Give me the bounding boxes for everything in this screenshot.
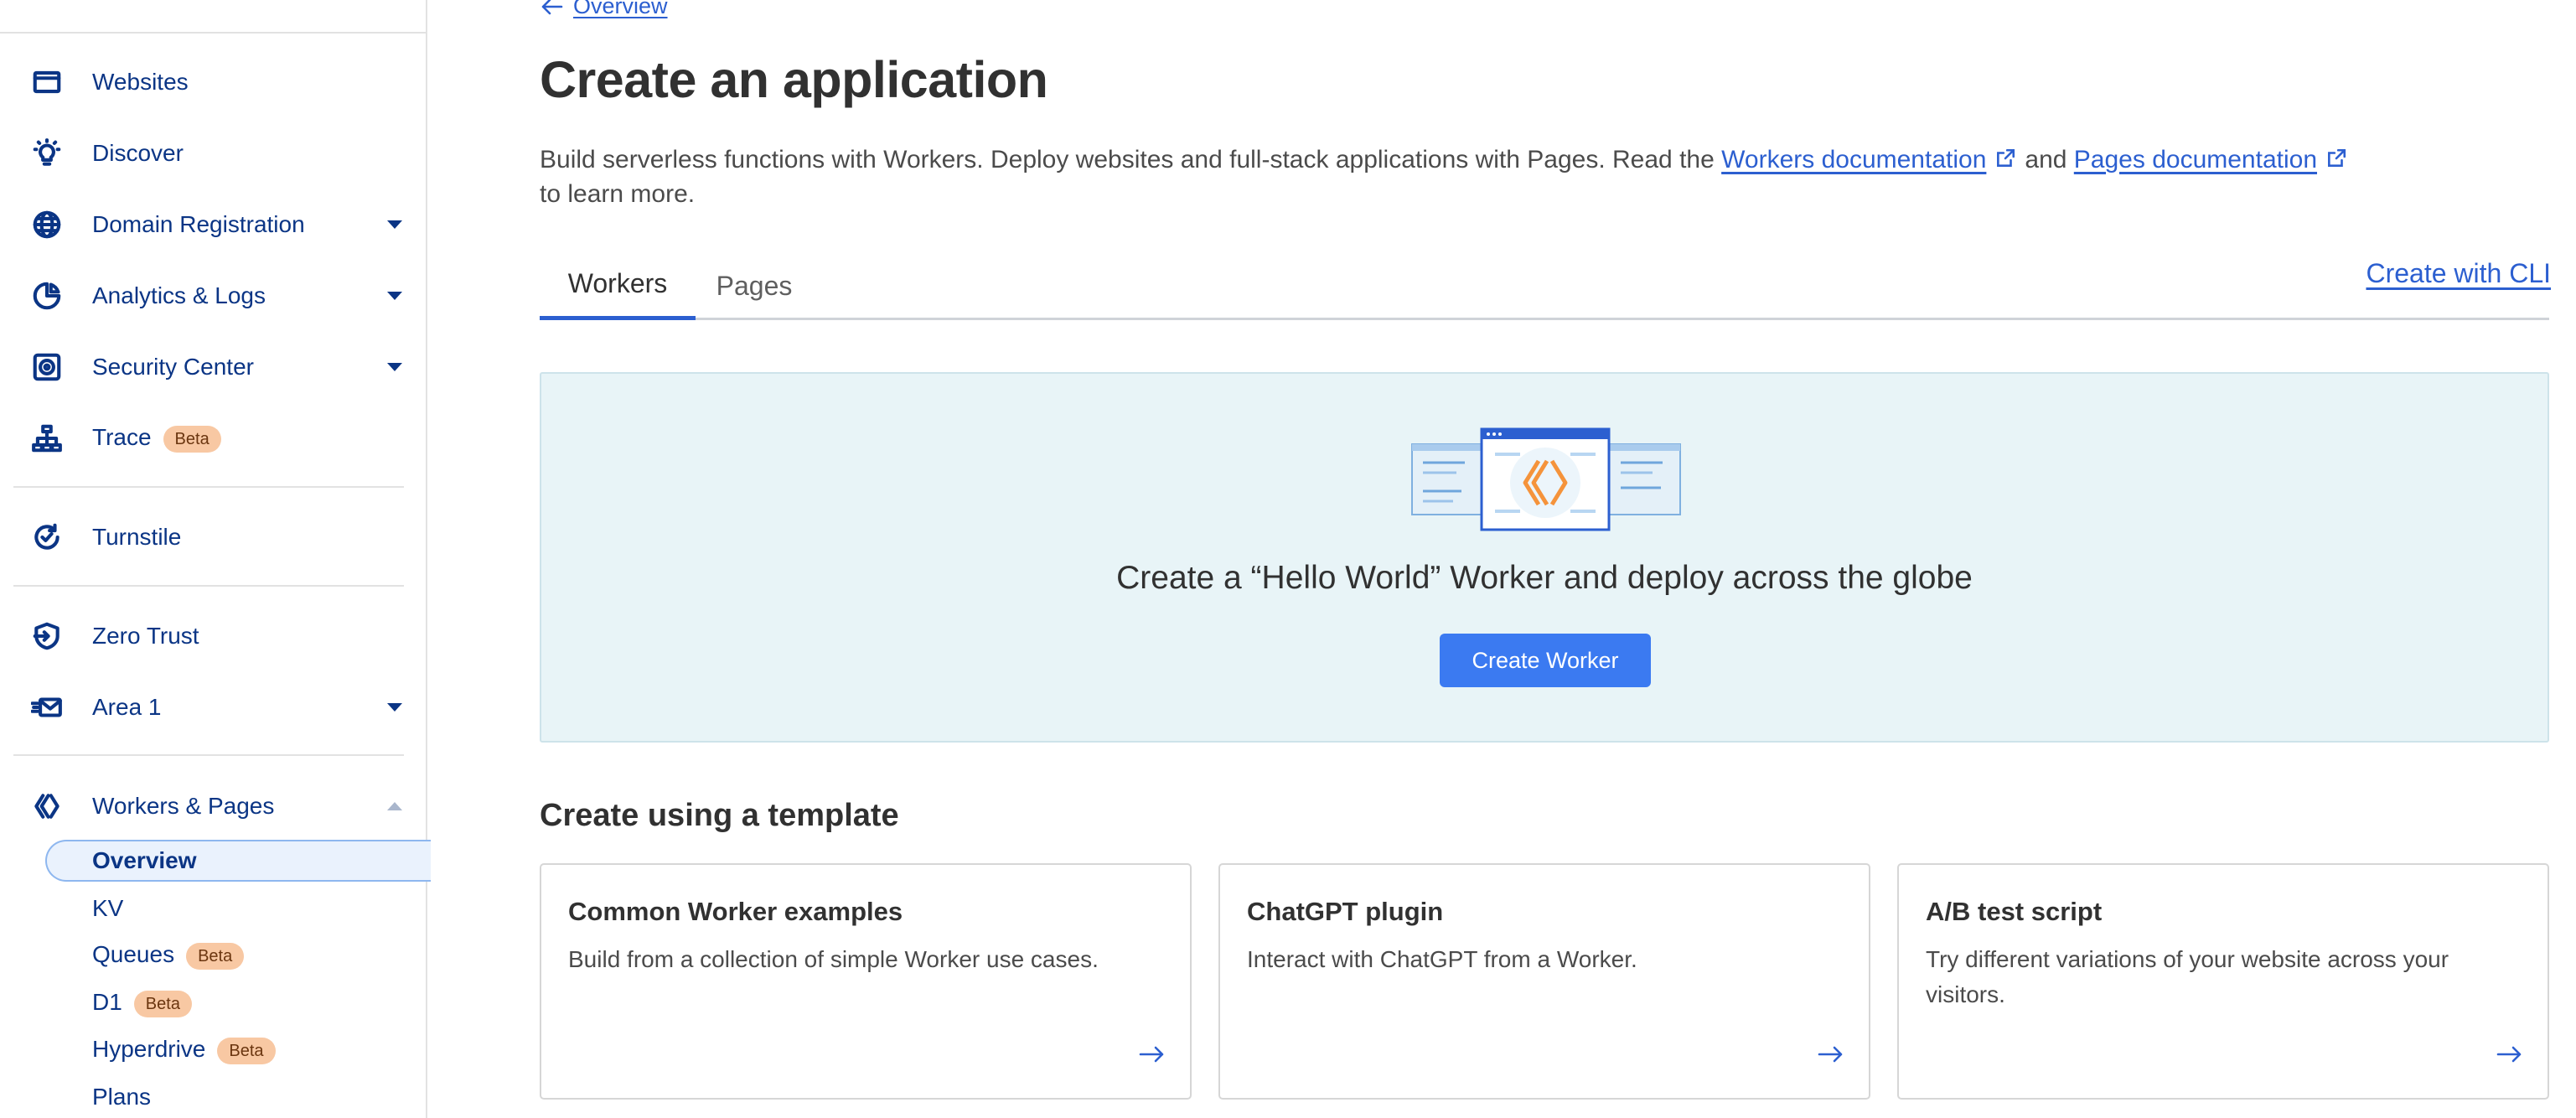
sidebar-subitem-plans[interactable]: Plans bbox=[0, 1076, 426, 1118]
page-description: Build serverless functions with Workers.… bbox=[540, 142, 2568, 211]
sidebar-item-label: Trace bbox=[92, 424, 152, 451]
sidebar-item-label: Zero Trust bbox=[92, 623, 199, 649]
pie-chart-icon bbox=[30, 279, 64, 313]
create-worker-button[interactable]: Create Worker bbox=[1440, 634, 1651, 687]
card-description: Try different variations of your website… bbox=[1926, 946, 2449, 1007]
sidebar-item-zero-trust[interactable]: Zero Trust bbox=[0, 607, 426, 665]
sidebar-item-label-wrap: Trace Beta bbox=[92, 424, 221, 453]
sidebar-item-analytics-logs[interactable]: Analytics & Logs bbox=[0, 267, 426, 325]
card-title: A/B test script bbox=[1926, 897, 2103, 926]
template-card-chatgpt-plugin[interactable]: ChatGPT plugin Interact with ChatGPT fro… bbox=[1218, 863, 1870, 1100]
beta-badge: Beta bbox=[133, 990, 192, 1017]
sidebar-item-discover[interactable]: Discover bbox=[0, 124, 426, 183]
globe-icon bbox=[30, 208, 64, 241]
chevron-down-icon[interactable] bbox=[387, 363, 402, 371]
hello-world-hero: Create a “Hello World” Worker and deploy… bbox=[540, 372, 2549, 743]
external-link-icon[interactable] bbox=[1994, 144, 2016, 167]
chevron-down-icon[interactable] bbox=[387, 220, 402, 229]
sidebar-item-turnstile[interactable]: Turnstile bbox=[0, 508, 426, 567]
sidebar-top-divider bbox=[0, 32, 426, 34]
beta-badge: Beta bbox=[163, 425, 221, 453]
shield-target-icon bbox=[30, 350, 64, 384]
sidebar-subitem-label: Plans bbox=[92, 1084, 152, 1110]
back-link-label: Overview bbox=[573, 0, 668, 18]
sidebar-item-label: Discover bbox=[92, 140, 184, 166]
email-security-icon bbox=[30, 691, 64, 724]
sidebar-divider bbox=[13, 585, 404, 587]
sidebar-divider bbox=[13, 754, 404, 756]
sidebar-subitem-label: Queues bbox=[92, 941, 175, 968]
pages-documentation-link[interactable]: Pages documentation bbox=[2074, 146, 2317, 173]
workers-documentation-link[interactable]: Workers documentation bbox=[1721, 146, 1986, 173]
sidebar-subitem-label: KV bbox=[92, 895, 124, 921]
create-with-cli-link[interactable]: Create with CLI bbox=[2366, 258, 2551, 289]
sidebar-subitem-kv[interactable]: KV bbox=[0, 888, 426, 929]
sidebar-subitem-label-wrap: Queues Beta bbox=[92, 941, 245, 970]
arrow-right-icon bbox=[2496, 1043, 2522, 1066]
templates-section-title: Create using a template bbox=[540, 798, 899, 833]
zero-trust-icon bbox=[30, 619, 64, 653]
turnstile-icon bbox=[30, 520, 64, 554]
description-and: and bbox=[2025, 146, 2067, 173]
sidebar-item-workers-pages[interactable]: Workers & Pages bbox=[0, 777, 426, 836]
chevron-down-icon[interactable] bbox=[387, 292, 402, 300]
sidebar-subitem-d1[interactable]: D1 Beta bbox=[0, 982, 426, 1024]
beta-badge: Beta bbox=[217, 1037, 276, 1064]
tab-bar: Workers Pages bbox=[540, 251, 2549, 320]
sidebar-item-security-center[interactable]: Security Center bbox=[0, 338, 426, 396]
sidebar-item-domain-registration[interactable]: Domain Registration bbox=[0, 195, 426, 254]
tab-workers[interactable]: Workers bbox=[540, 251, 696, 320]
sidebar-item-label: Turnstile bbox=[92, 524, 182, 550]
arrow-left-icon bbox=[541, 0, 563, 14]
sidebar-subitem-label-wrap: D1 Beta bbox=[92, 989, 192, 1017]
template-card-ab-test-script[interactable]: A/B test script Try different variations… bbox=[1897, 863, 2549, 1100]
arrow-right-icon bbox=[1817, 1043, 1844, 1066]
beta-badge: Beta bbox=[186, 942, 245, 970]
sidebar-item-label: Websites bbox=[92, 69, 189, 95]
page-title: Create an application bbox=[540, 51, 1048, 108]
sidebar-subitem-label: D1 bbox=[92, 989, 122, 1016]
sidebar-item-websites[interactable]: Websites bbox=[0, 53, 426, 111]
sidebar-item-label: Security Center bbox=[92, 354, 254, 380]
sidebar: Websites Discover Domain Registration An… bbox=[0, 0, 431, 1118]
sidebar-subitem-queues[interactable]: Queues Beta bbox=[0, 934, 426, 976]
template-card-common-worker-examples[interactable]: Common Worker examples Build from a coll… bbox=[540, 863, 1192, 1100]
sitemap-icon bbox=[30, 422, 64, 455]
lightbulb-icon bbox=[30, 137, 64, 170]
back-to-overview-link[interactable]: Overview bbox=[540, 0, 668, 19]
sidebar-subitem-label: Overview bbox=[92, 847, 197, 873]
chevron-up-icon[interactable] bbox=[387, 802, 402, 810]
sidebar-subitem-hyperdrive[interactable]: Hyperdrive Beta bbox=[0, 1029, 426, 1071]
chevron-down-icon[interactable] bbox=[387, 703, 402, 712]
workers-illustration bbox=[1411, 427, 1681, 531]
description-suffix: to learn more. bbox=[540, 180, 696, 208]
card-title: ChatGPT plugin bbox=[1247, 897, 1444, 926]
description-text: Build serverless functions with Workers.… bbox=[540, 146, 1715, 173]
sidebar-subitem-overview[interactable]: Overview bbox=[0, 840, 431, 882]
sidebar-item-label: Area 1 bbox=[92, 694, 162, 720]
arrow-right-icon bbox=[1138, 1043, 1165, 1066]
external-link-icon[interactable] bbox=[2325, 144, 2347, 167]
sidebar-divider bbox=[13, 486, 404, 488]
sidebar-item-area-1[interactable]: Area 1 bbox=[0, 678, 426, 737]
sidebar-item-label: Workers & Pages bbox=[92, 793, 275, 819]
hero-heading: Create a “Hello World” Worker and deploy… bbox=[1116, 560, 1973, 596]
tab-pages[interactable]: Pages bbox=[696, 251, 813, 320]
sidebar-item-label: Analytics & Logs bbox=[92, 282, 266, 308]
browser-window-icon bbox=[30, 65, 64, 99]
card-description: Build from a collection of simple Worker… bbox=[568, 946, 1099, 972]
card-description: Interact with ChatGPT from a Worker. bbox=[1247, 946, 1637, 972]
sidebar-item-trace[interactable]: Trace Beta bbox=[0, 409, 426, 468]
sidebar-subitem-label: Hyperdrive bbox=[92, 1036, 206, 1063]
sidebar-item-label: Domain Registration bbox=[92, 211, 305, 237]
workers-icon bbox=[30, 789, 64, 823]
card-title: Common Worker examples bbox=[568, 897, 903, 926]
sidebar-subitem-label-wrap: Hyperdrive Beta bbox=[92, 1036, 276, 1064]
